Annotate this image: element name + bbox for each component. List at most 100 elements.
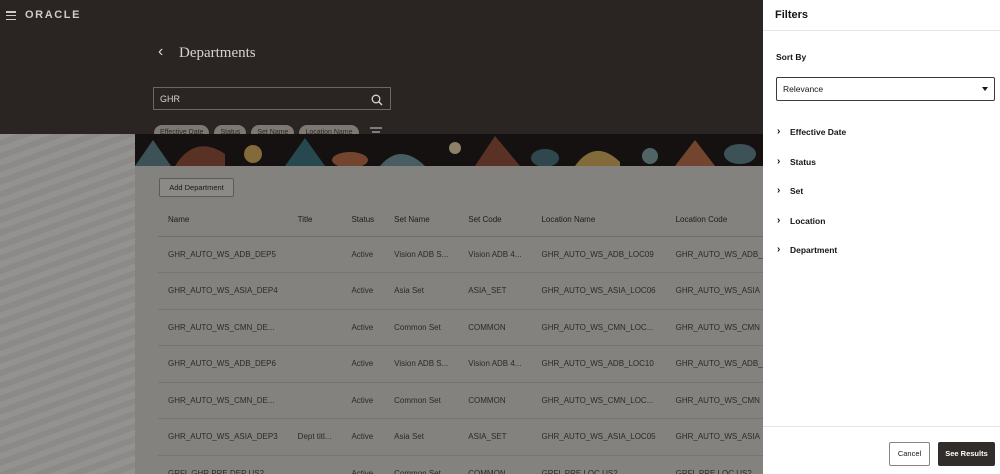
table-header-row: Name Title Status Set Name Set Code Loca… bbox=[158, 204, 763, 237]
cell-set-name: Common Set bbox=[384, 455, 459, 474]
drawer-footer: Cancel See Results bbox=[763, 426, 1000, 474]
cell-set-name: Asia Set bbox=[384, 418, 459, 456]
cell-name: GHR_AUTO_WS_CMN_DE... bbox=[158, 309, 288, 346]
chevron-right-icon: › bbox=[777, 185, 781, 196]
cell-name: GHR_AUTO_WS_CMN_DE... bbox=[158, 382, 288, 419]
cell-set-name: Common Set bbox=[384, 382, 459, 419]
cell-location-code: GHR_AUTO_WS_CMN bbox=[665, 382, 763, 419]
search-input[interactable] bbox=[160, 92, 360, 106]
chevron-right-icon: › bbox=[777, 244, 781, 255]
cell-title: Dept titl... bbox=[287, 418, 342, 456]
table-row[interactable]: GHR_AUTO_WS_ASIA_DEP3 Dept titl... Activ… bbox=[158, 418, 763, 456]
table-row[interactable]: GHR_AUTO_WS_CMN_DE... Active Common Set … bbox=[158, 309, 763, 346]
col-set-name[interactable]: Set Name bbox=[384, 204, 459, 237]
see-results-button[interactable]: See Results bbox=[938, 442, 995, 466]
dropdown-caret-icon[interactable] bbox=[982, 87, 988, 91]
cell-location-name: GRFL PRE LOC US2 bbox=[531, 455, 666, 474]
cell-location-name: GHR_AUTO_WS_ASIA_LOC05 bbox=[531, 418, 666, 456]
cell-set-code: COMMON bbox=[458, 309, 532, 346]
back-chevron-icon[interactable]: ‹ bbox=[158, 43, 163, 61]
cell-title bbox=[287, 272, 342, 310]
filters-drawer: Filters Sort By Relevance › Effective Da… bbox=[763, 0, 1000, 474]
col-location-code[interactable]: Location Code bbox=[665, 204, 763, 237]
cell-set-name: Vision ADB S... bbox=[384, 236, 459, 273]
cell-location-code: GHR_AUTO_WS_ASIA bbox=[665, 418, 763, 456]
search-box[interactable] bbox=[153, 87, 391, 110]
cell-set-name: Asia Set bbox=[384, 272, 459, 310]
cancel-button[interactable]: Cancel bbox=[889, 442, 930, 466]
sort-by-select[interactable]: Relevance bbox=[776, 77, 995, 101]
filter-section-set[interactable]: › Set bbox=[777, 185, 803, 196]
cell-name: GRFL GHR PRE DEP US2 bbox=[158, 455, 288, 474]
cell-location-name: GHR_AUTO_WS_CMN_LOC... bbox=[531, 309, 666, 346]
cell-name: GHR_AUTO_WS_ADB_DEP5 bbox=[158, 236, 288, 273]
cell-set-code: COMMON bbox=[458, 455, 532, 474]
cell-set-code: Vision ADB 4... bbox=[458, 345, 532, 383]
cell-location-code: GHR_AUTO_WS_ADB_ bbox=[665, 236, 763, 273]
col-status[interactable]: Status bbox=[341, 204, 385, 237]
departments-table: Name Title Status Set Name Set Code Loca… bbox=[158, 204, 763, 474]
cell-location-code: GHR_AUTO_WS_ASIA bbox=[665, 272, 763, 310]
sort-by-value: Relevance bbox=[783, 84, 824, 94]
cell-title bbox=[287, 382, 342, 419]
cell-location-name: GHR_AUTO_WS_ADB_LOC10 bbox=[531, 345, 666, 383]
cell-location-code: GRFL PRE LOC US2 bbox=[665, 455, 763, 474]
filter-section-status[interactable]: › Status bbox=[777, 156, 816, 167]
main-page: ORACLE ‹ Departments Effective Date Stat… bbox=[0, 0, 763, 474]
filter-section-label: Department bbox=[790, 244, 838, 255]
cell-title bbox=[287, 345, 342, 383]
decorative-side-panel bbox=[0, 134, 135, 474]
chevron-right-icon: › bbox=[777, 156, 781, 167]
cell-title bbox=[287, 309, 342, 346]
decorative-banner bbox=[135, 134, 763, 166]
cell-status: Active bbox=[341, 309, 385, 346]
drawer-title: Filters bbox=[775, 9, 809, 21]
col-title[interactable]: Title bbox=[287, 204, 342, 237]
cell-set-name: Common Set bbox=[384, 309, 459, 346]
cell-location-name: GHR_AUTO_WS_CMN_LOC... bbox=[531, 382, 666, 419]
col-location-name[interactable]: Location Name bbox=[531, 204, 666, 237]
filter-section-label: Status bbox=[790, 156, 816, 167]
filter-section-department[interactable]: › Department bbox=[777, 244, 837, 255]
cell-status: Active bbox=[341, 455, 385, 474]
filter-section-label: Location bbox=[790, 215, 826, 226]
cell-location-code: GHR_AUTO_WS_ADB_ bbox=[665, 345, 763, 383]
cell-title bbox=[287, 455, 342, 474]
table-row[interactable]: GHR_AUTO_WS_ADB_DEP6 Active Vision ADB S… bbox=[158, 345, 763, 383]
sort-by-label: Sort By bbox=[776, 52, 807, 62]
drawer-header-divider bbox=[763, 30, 1000, 31]
search-icon[interactable] bbox=[371, 93, 383, 111]
filter-section-label: Set bbox=[790, 185, 804, 196]
cell-status: Active bbox=[341, 236, 385, 273]
cell-set-name: Vision ADB S... bbox=[384, 345, 459, 383]
table-row[interactable]: GRFL GHR PRE DEP US2 Active Common Set C… bbox=[158, 455, 763, 474]
table-row[interactable]: GHR_AUTO_WS_ASIA_DEP4 Active Asia Set AS… bbox=[158, 272, 763, 310]
chevron-right-icon: › bbox=[777, 215, 781, 226]
cell-name: GHR_AUTO_WS_ADB_DEP6 bbox=[158, 345, 288, 383]
filter-section-effective-date[interactable]: › Effective Date bbox=[777, 126, 846, 137]
cell-location-code: GHR_AUTO_WS_CMN bbox=[665, 309, 763, 346]
cell-status: Active bbox=[341, 345, 385, 383]
hamburger-icon[interactable] bbox=[6, 11, 16, 20]
chevron-right-icon: › bbox=[777, 126, 781, 137]
cell-set-code: COMMON bbox=[458, 382, 532, 419]
cell-set-code: Vision ADB 4... bbox=[458, 236, 532, 273]
cell-location-name: GHR_AUTO_WS_ASIA_LOC06 bbox=[531, 272, 666, 310]
filter-section-label: Effective Date bbox=[790, 126, 847, 137]
cell-name: GHR_AUTO_WS_ASIA_DEP4 bbox=[158, 272, 288, 310]
cell-set-code: ASIA_SET bbox=[458, 418, 532, 456]
table-row[interactable]: GHR_AUTO_WS_ADB_DEP5 Active Vision ADB S… bbox=[158, 236, 763, 273]
filter-section-location[interactable]: › Location bbox=[777, 215, 825, 226]
page-header-band bbox=[0, 0, 763, 134]
add-department-button[interactable]: Add Department bbox=[159, 178, 234, 197]
cell-status: Active bbox=[341, 272, 385, 310]
oracle-logo: ORACLE bbox=[25, 9, 82, 21]
cell-name: GHR_AUTO_WS_ASIA_DEP3 bbox=[158, 418, 288, 456]
page-title: Departments bbox=[179, 45, 256, 61]
col-set-code[interactable]: Set Code bbox=[458, 204, 532, 237]
cell-title bbox=[287, 236, 342, 273]
table-row[interactable]: GHR_AUTO_WS_CMN_DE... Active Common Set … bbox=[158, 382, 763, 419]
cell-location-name: GHR_AUTO_WS_ADB_LOC09 bbox=[531, 236, 666, 273]
col-name[interactable]: Name bbox=[158, 204, 288, 237]
cell-status: Active bbox=[341, 382, 385, 419]
